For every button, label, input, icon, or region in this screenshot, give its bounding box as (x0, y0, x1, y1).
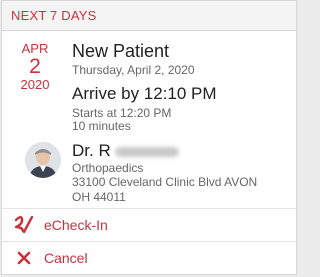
arrive-by-time: Arrive by 12:10 PM (72, 84, 217, 103)
start-time: Starts at 12:20 PM (72, 106, 172, 120)
provider-photo-icon (25, 142, 61, 178)
appointment-date: APR 2 2020 (2, 42, 68, 92)
appointment-title: New Patient (72, 41, 170, 61)
provider-name-text: Dr. R (72, 141, 111, 160)
provider-name: Dr. R (72, 141, 179, 161)
echeckin-button[interactable]: eCheck-In (2, 209, 296, 241)
cancel-button[interactable]: Cancel (2, 242, 296, 274)
appointment-date-line: Thursday, April 2, 2020 (72, 63, 195, 77)
appointment-duration: 10 minutes (72, 119, 131, 133)
appointment-card: NEXT 7 DAYS APR 2 2020 New Patient Thurs… (1, 0, 297, 275)
provider-avatar (25, 142, 61, 178)
date-year: 2020 (20, 77, 50, 92)
provider-specialty: Orthopaedics (72, 161, 144, 175)
section-header: NEXT 7 DAYS (2, 1, 296, 31)
date-month: APR (21, 41, 49, 56)
date-day: 2 (29, 55, 41, 78)
redacted-surname (114, 146, 179, 157)
close-icon (4, 251, 44, 265)
provider-address-line2: OH 44011 (72, 190, 126, 204)
provider-address-line1: 33100 Cleveland Clinic Blvd AVON (72, 175, 258, 189)
echeckin-label: eCheck-In (44, 217, 108, 233)
cancel-label: Cancel (44, 250, 88, 266)
echeckin-icon (4, 215, 44, 235)
